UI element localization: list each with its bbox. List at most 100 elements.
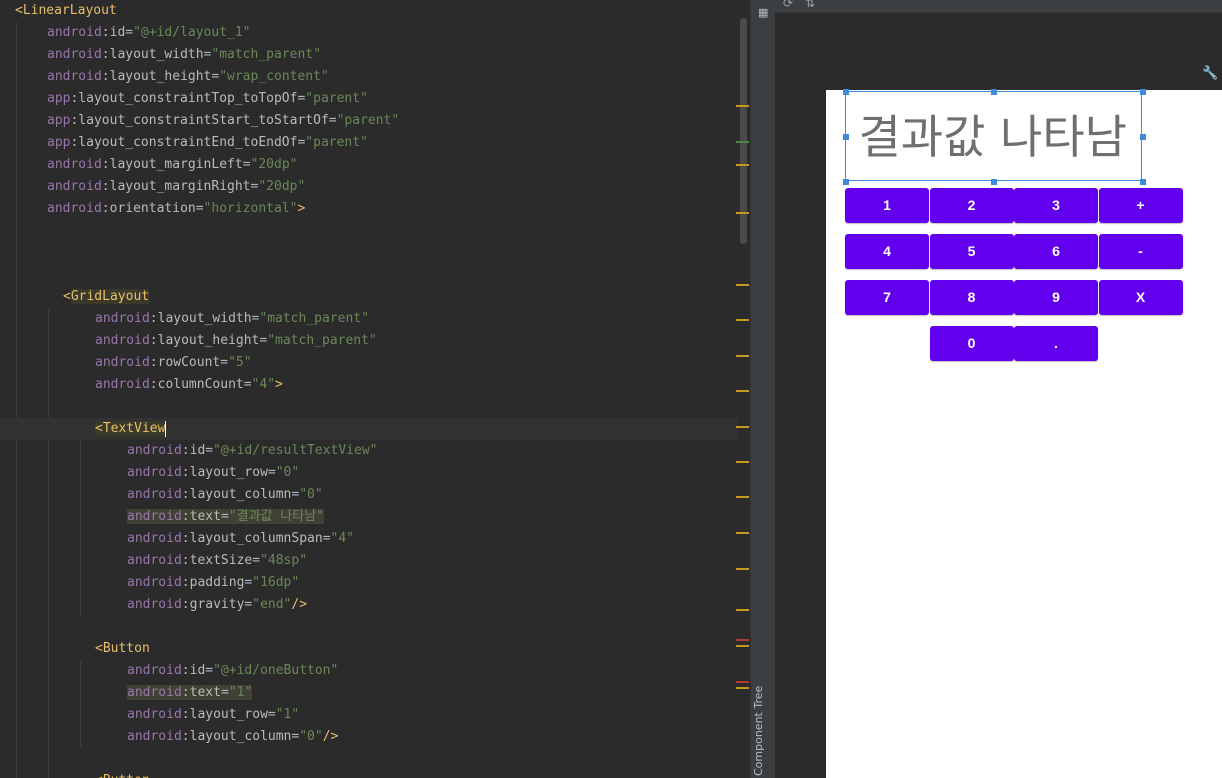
code-line[interactable]: app:layout_constraintStart_toStartOf="pa…	[0, 110, 738, 132]
resize-handle[interactable]	[991, 89, 997, 95]
code-line[interactable]: android:columnCount="4">	[0, 374, 738, 396]
calc-button-0[interactable]: 0	[929, 326, 1014, 361]
inspection-marker[interactable]	[736, 681, 749, 683]
editor-scrollbar[interactable]	[738, 0, 750, 778]
code-line[interactable]	[0, 220, 738, 242]
code-line[interactable]: android:layout_marginRight="20dp"	[0, 176, 738, 198]
wrench-icon[interactable]: 🔧	[1202, 66, 1218, 81]
orientation-icon[interactable]: ⟳	[783, 0, 793, 10]
resize-handle[interactable]	[1140, 179, 1146, 185]
inspection-marker[interactable]	[736, 284, 749, 286]
code-token: =	[267, 465, 276, 480]
inspection-marker[interactable]	[736, 355, 749, 357]
palette-icon[interactable]: ▦	[758, 6, 768, 20]
device-preview[interactable]: 결과값 나타남 1 2 3 +4 5 6- 7 8 9 X 0.	[826, 89, 1222, 778]
resize-handle[interactable]	[991, 179, 997, 185]
calc-button-4[interactable]: 4	[845, 234, 929, 269]
inspection-marker[interactable]	[736, 164, 749, 166]
code-line[interactable]: android:rowCount="5"	[0, 352, 738, 374]
inspection-marker[interactable]	[736, 461, 749, 463]
inspection-marker[interactable]	[736, 212, 749, 214]
code-line[interactable]: android:layout_height="wrap_content"	[0, 66, 738, 88]
resize-handle[interactable]	[843, 134, 849, 140]
inspection-marker[interactable]	[736, 390, 749, 392]
resize-handle[interactable]	[1140, 89, 1146, 95]
calc-button-3[interactable]: 3	[1014, 188, 1098, 223]
calc-button-5[interactable]: 5	[929, 234, 1014, 269]
calc-button-x[interactable]: X	[1098, 280, 1183, 315]
code-line[interactable]: android:layout_column="0"	[0, 484, 738, 506]
layout-design-surface[interactable]: ⟳ ⇅ 🔧 결과값 나타남 1 2 3 +4 5 6- 7 8 9 X 0.	[775, 0, 1222, 778]
code-line[interactable]: android:layout_row="0"	[0, 462, 738, 484]
code-line[interactable]: android:gravity="end"/>	[0, 594, 738, 616]
calc-button-9[interactable]: 9	[1014, 280, 1098, 315]
inspection-marker[interactable]	[736, 568, 749, 570]
calc-button-plus[interactable]: +	[1098, 188, 1183, 223]
code-token: <	[63, 289, 71, 304]
code-line[interactable]: android:layout_marginLeft="20dp"	[0, 154, 738, 176]
arrows-icon[interactable]: ⇅	[805, 0, 815, 10]
code-editor[interactable]: <LinearLayout android:id="@+id/layout_1" a…	[0, 0, 738, 778]
calc-button-2[interactable]: 2	[929, 188, 1014, 223]
code-token: :layout_height	[149, 333, 260, 348]
code-token: =	[220, 355, 229, 370]
code-token: =	[205, 443, 214, 458]
code-line[interactable]: android:layout_width="match_parent"	[0, 44, 738, 66]
resize-handle[interactable]	[843, 89, 849, 95]
code-line[interactable]	[0, 748, 738, 770]
inspection-marker[interactable]	[736, 609, 749, 611]
code-line[interactable]: android:textSize="48sp"	[0, 550, 738, 572]
code-line[interactable]: android:layout_columnSpan="4"	[0, 528, 738, 550]
code-line[interactable]: <TextView	[0, 418, 738, 440]
inspection-marker[interactable]	[736, 639, 749, 641]
code-line[interactable]	[0, 616, 738, 638]
code-line[interactable]: <Button	[0, 638, 738, 660]
scrollbar-thumb[interactable]	[740, 18, 747, 244]
inspection-marker[interactable]	[736, 532, 749, 534]
code-line[interactable]: app:layout_constraintTop_toTopOf="parent…	[0, 88, 738, 110]
calc-button-6[interactable]: 6	[1014, 234, 1098, 269]
inspection-marker[interactable]	[736, 687, 749, 689]
code-line[interactable]: app:layout_constraintEnd_toEndOf="parent…	[0, 132, 738, 154]
code-line[interactable]: <GridLayout	[0, 286, 738, 308]
code-line[interactable]: android:layout_row="1"	[0, 704, 738, 726]
code-line[interactable]	[0, 242, 738, 264]
code-line[interactable]: android:padding="16dp"	[0, 572, 738, 594]
result-text: 결과값 나타남	[858, 110, 1127, 164]
inspection-marker[interactable]	[736, 426, 749, 428]
code-line[interactable]: <LinearLayout	[0, 0, 738, 22]
code-token: android	[127, 685, 182, 700]
calc-button-8[interactable]: 8	[929, 280, 1014, 315]
code-line[interactable]: android:layout_column="0"/>	[0, 726, 738, 748]
calc-button-1[interactable]: 1	[845, 188, 929, 223]
calc-button-7[interactable]: 7	[845, 280, 929, 315]
code-token: android	[127, 443, 182, 458]
inspection-marker[interactable]	[736, 105, 749, 107]
inspection-marker[interactable]	[736, 496, 749, 498]
code-token: "16dp"	[252, 575, 300, 590]
code-line[interactable]: android:id="@+id/layout_1"	[0, 22, 738, 44]
inspection-marker[interactable]	[736, 645, 749, 647]
code-line[interactable]: android:id="@+id/oneButton"	[0, 660, 738, 682]
code-token: :layout_constraintTop_toTopOf	[70, 91, 298, 106]
code-token: >	[275, 377, 283, 392]
component-tree-tab[interactable]: Component Tree	[752, 686, 765, 776]
code-line[interactable]: android:text="결과값 나타남"	[0, 506, 738, 528]
calc-button-dot[interactable]: .	[1014, 326, 1098, 361]
code-line[interactable]: android:id="@+id/resultTextView"	[0, 440, 738, 462]
code-line[interactable]: android:layout_width="match_parent"	[0, 308, 738, 330]
inspection-marker[interactable]	[736, 319, 749, 321]
code-line[interactable]: android:orientation="horizontal">	[0, 198, 738, 220]
code-line[interactable]	[0, 264, 738, 286]
calc-button-minus[interactable]: -	[1098, 234, 1183, 269]
code-line[interactable]: android:text="1"	[0, 682, 738, 704]
code-token: "wrap_content"	[219, 69, 329, 84]
code-line[interactable]: android:layout_height="match_parent"	[0, 330, 738, 352]
code-line[interactable]: <Button	[0, 770, 738, 778]
resize-handle[interactable]	[843, 179, 849, 185]
result-text-view[interactable]: 결과값 나타남	[843, 89, 1146, 185]
inspection-marker[interactable]	[736, 141, 749, 143]
resize-handle[interactable]	[1140, 134, 1146, 140]
code-line[interactable]	[0, 396, 738, 418]
text-caret	[165, 420, 167, 437]
